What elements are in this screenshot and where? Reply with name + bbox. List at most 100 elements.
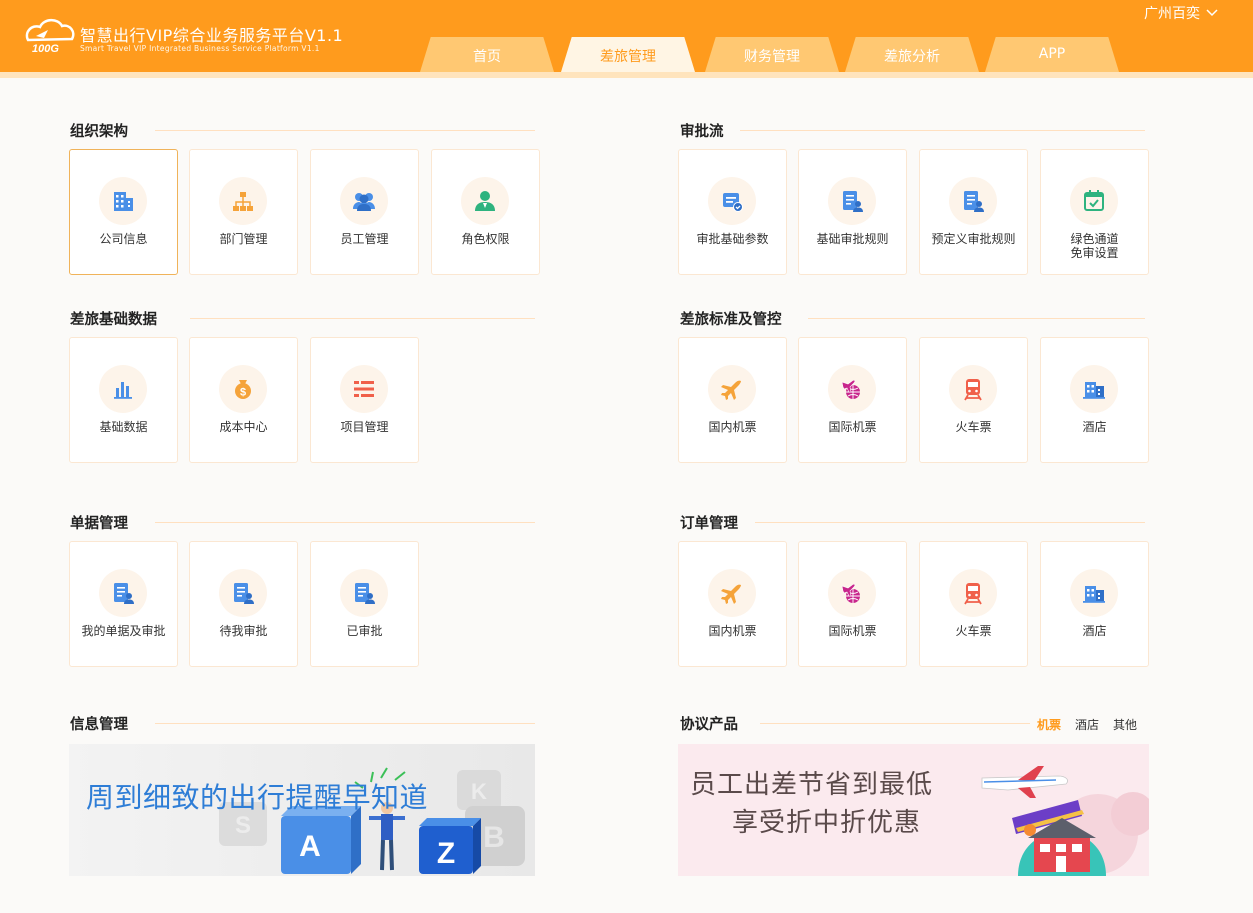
section-title-orders: 订单管理 — [680, 516, 738, 532]
tab-travel-analysis[interactable]: 差旅分析 — [845, 37, 979, 72]
icon-circle — [708, 365, 756, 413]
card-standard-domestic-flight[interactable]: 国内机票 — [678, 337, 787, 463]
card-label: 项目管理 — [340, 420, 389, 434]
icon-circle — [708, 569, 756, 617]
card-label: 角色权限 — [461, 232, 510, 246]
icon-circle: $ — [219, 365, 267, 413]
section-divider — [808, 318, 1145, 319]
section-title-base-data: 差旅基础数据 — [70, 312, 157, 328]
card-pending-approval[interactable]: 待我审批 — [189, 541, 298, 667]
globe-plane-icon — [841, 583, 860, 603]
card-project-management[interactable]: 项目管理 — [310, 337, 419, 463]
calendar-check-icon — [1084, 190, 1104, 211]
header-divider — [0, 72, 1253, 78]
card-my-documents[interactable]: 我的单据及审批 — [69, 541, 178, 667]
section-title-standards: 差旅标准及管控 — [680, 312, 782, 328]
card-label: 我的单据及审批 — [81, 624, 166, 638]
chevron-down-icon — [1206, 9, 1218, 17]
protocol-tab-flight[interactable]: 机票 — [1037, 716, 1061, 733]
tab-app[interactable]: APP — [985, 37, 1119, 72]
protocol-banner[interactable]: 员工出差节省到最低 享受折中折优惠 — [678, 744, 1149, 876]
document-user-icon — [234, 583, 254, 604]
card-order-international-flight[interactable]: 国际机票 — [798, 541, 907, 667]
city-label: 广州百奕 — [1144, 6, 1200, 22]
org-chart-icon — [233, 192, 253, 211]
icon-circle — [949, 569, 997, 617]
protocol-banner-line2: 享受折中折优惠 — [732, 808, 922, 838]
card-label: 已审批 — [346, 624, 383, 638]
key-z-letter: Z — [437, 837, 455, 870]
card-base-data[interactable]: 基础数据 — [69, 337, 178, 463]
tab-label: 首页 — [473, 49, 501, 65]
card-label: 待我审批 — [219, 624, 268, 638]
protocol-tab-hotel[interactable]: 酒店 — [1075, 716, 1099, 733]
card-label: 酒店 — [1082, 624, 1107, 638]
card-label: 国际机票 — [828, 420, 877, 434]
icon-circle — [340, 177, 388, 225]
card-label: 绿色通道 免审设置 — [1070, 232, 1119, 260]
section-title-protocol: 协议产品 — [680, 717, 738, 733]
protocol-tab-other[interactable]: 其他 — [1113, 716, 1137, 733]
document-user-icon — [355, 583, 375, 604]
train-icon — [964, 379, 982, 401]
section-title-info: 信息管理 — [70, 717, 128, 733]
icon-circle — [1070, 365, 1118, 413]
card-employee-management[interactable]: 员工管理 — [310, 149, 419, 275]
icon-circle — [828, 177, 876, 225]
icon-circle — [949, 177, 997, 225]
card-label: 审批基础参数 — [696, 232, 769, 246]
section-divider — [155, 723, 535, 724]
card-standard-international-flight[interactable]: 国际机票 — [798, 337, 907, 463]
logo-icon: 100G — [25, 18, 75, 55]
icon-circle — [99, 365, 147, 413]
card-role-permissions[interactable]: 角色权限 — [431, 149, 540, 275]
svg-text:K: K — [471, 779, 487, 804]
card-label: 国内机票 — [708, 420, 757, 434]
card-order-train[interactable]: 火车票 — [919, 541, 1028, 667]
card-approved[interactable]: 已审批 — [310, 541, 419, 667]
plane-icon — [721, 584, 741, 604]
train-icon — [964, 583, 982, 605]
info-banner[interactable]: S K B A Z 周到细致的出行提醒早知道 — [69, 744, 535, 876]
card-predefined-approval-rules[interactable]: 预定义审批规则 — [919, 149, 1028, 275]
section-divider — [190, 318, 535, 319]
card-label: 基础审批规则 — [816, 232, 889, 246]
section-divider — [760, 723, 1030, 724]
card-order-domestic-flight[interactable]: 国内机票 — [678, 541, 787, 667]
card-department-management[interactable]: 部门管理 — [189, 149, 298, 275]
svg-text:S: S — [235, 812, 251, 839]
icon-circle — [99, 569, 147, 617]
bar-chart-icon — [114, 382, 132, 399]
icon-circle — [340, 569, 388, 617]
card-label: 国内机票 — [708, 624, 757, 638]
logo-text: 100G — [32, 43, 59, 55]
money-bag-icon: $ — [235, 380, 251, 399]
card-cost-center[interactable]: $ 成本中心 — [189, 337, 298, 463]
brand-title: 智慧出行VIP综合业务服务平台V1.1 — [80, 26, 344, 45]
icon-circle — [219, 177, 267, 225]
tab-travel-management[interactable]: 差旅管理 — [561, 37, 695, 72]
tab-label: APP — [1038, 46, 1066, 62]
card-green-channel-settings[interactable]: 绿色通道 免审设置 — [1040, 149, 1149, 275]
brand-subtitle: Smart Travel VIP Integrated Business Ser… — [80, 44, 320, 53]
city-selector[interactable]: 广州百奕 — [1144, 3, 1218, 23]
icon-circle — [828, 569, 876, 617]
card-basic-approval-rules[interactable]: 基础审批规则 — [798, 149, 907, 275]
protocol-banner-line1: 员工出差节省到最低 — [690, 770, 934, 800]
svg-text:$: $ — [240, 387, 246, 399]
card-standard-train[interactable]: 火车票 — [919, 337, 1028, 463]
card-label: 火车票 — [955, 420, 992, 434]
card-label: 部门管理 — [219, 232, 268, 246]
section-divider — [740, 130, 1145, 131]
card-order-hotel[interactable]: 酒店 — [1040, 541, 1149, 667]
icon-circle — [219, 569, 267, 617]
section-divider — [755, 522, 1145, 523]
card-standard-hotel[interactable]: 酒店 — [1040, 337, 1149, 463]
card-approval-params[interactable]: 审批基础参数 — [678, 149, 787, 275]
plane-icon — [721, 380, 741, 400]
icon-circle — [340, 365, 388, 413]
card-company-info[interactable]: 公司信息 — [69, 149, 178, 275]
tab-finance-management[interactable]: 财务管理 — [705, 37, 839, 72]
icon-circle — [708, 177, 756, 225]
tab-home[interactable]: 首页 — [420, 37, 554, 72]
